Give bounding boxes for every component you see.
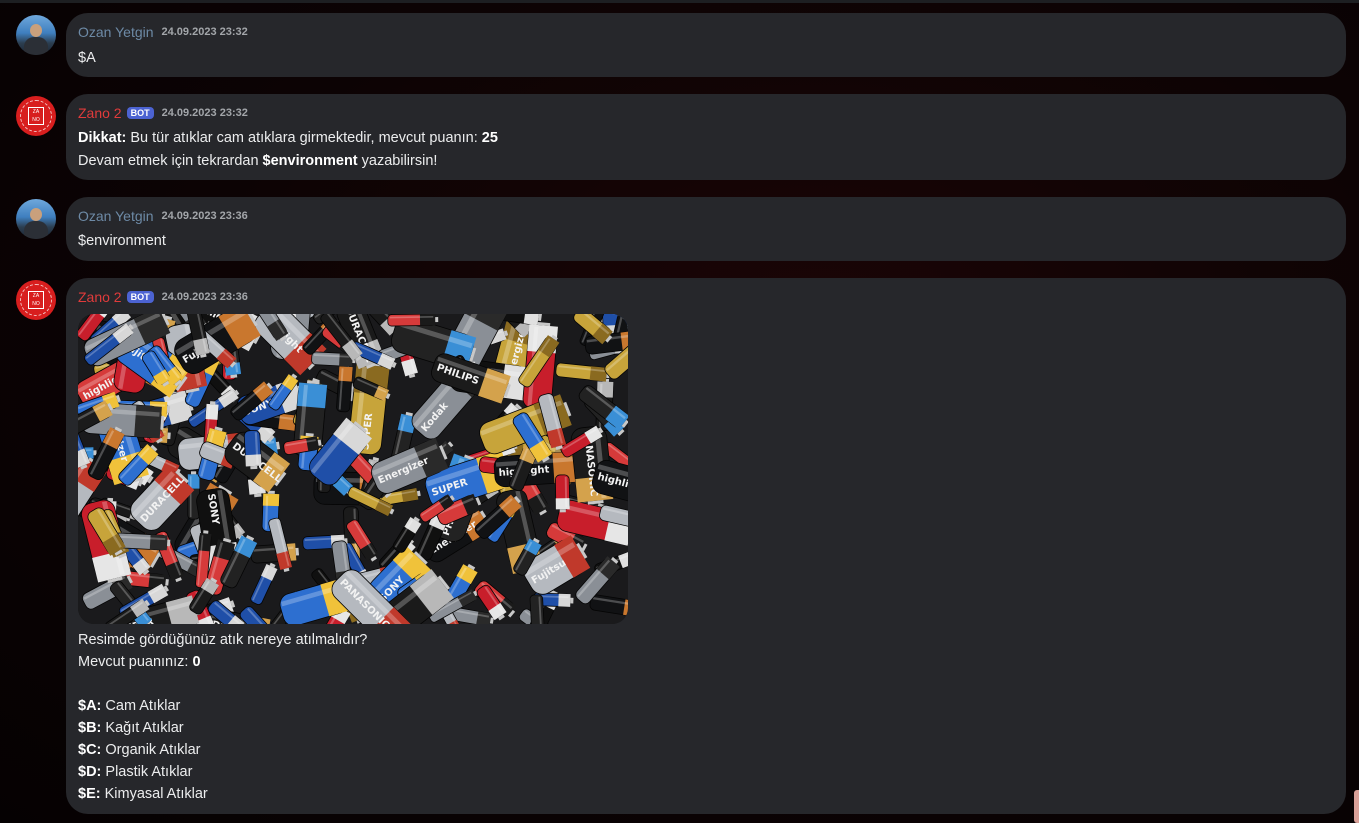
battery-shape xyxy=(387,314,439,327)
option-key: $A: xyxy=(78,698,102,714)
avatar-head xyxy=(30,208,42,221)
author-name[interactable]: Ozan Yetgin xyxy=(78,208,154,224)
option-e: $E: Kimyasal Atıklar xyxy=(78,783,208,805)
option-key: $C: xyxy=(78,742,102,758)
timestamp: 24.09.2023 23:36 xyxy=(161,291,248,303)
bot-avatar[interactable]: ZA NO xyxy=(16,280,56,320)
continue-text: Devam etmek için tekrardan xyxy=(78,153,263,169)
author-name[interactable]: Zano 2 xyxy=(78,289,122,305)
score-value: 25 xyxy=(481,130,498,146)
avatar-head xyxy=(30,24,42,37)
question-text: Resimde gördüğünüz atık nereye atılmalıd… xyxy=(78,632,368,648)
timestamp: 24.09.2023 23:32 xyxy=(161,26,248,38)
message-bubble: Ozan Yetgin 24.09.2023 23:36 $environmen… xyxy=(66,197,1346,261)
bot-badge: BOT xyxy=(126,291,154,303)
message-header: Zano 2 BOT 24.09.2023 23:36 xyxy=(78,289,248,305)
avatar-logo: ZA NO xyxy=(28,107,44,125)
option-key: $B: xyxy=(78,720,102,736)
message-bubble: Ozan Yetgin 24.09.2023 23:32 $A xyxy=(66,13,1346,77)
battery-shape xyxy=(336,363,353,413)
option-label: Kağıt Atıklar xyxy=(101,720,184,736)
message-header: Ozan Yetgin 24.09.2023 23:32 xyxy=(78,24,248,40)
author-name[interactable]: Ozan Yetgin xyxy=(78,24,154,40)
option-label: Plastik Atıklar xyxy=(101,764,193,780)
warning-line: Dikkat: Bu tür atıklar cam atıklara girm… xyxy=(78,127,498,149)
top-divider xyxy=(0,0,1359,3)
battery-shape xyxy=(529,594,546,624)
bot-avatar[interactable]: ZA NO xyxy=(16,96,56,136)
option-key: $D: xyxy=(78,764,102,780)
continue-text-end: yazabilirsin! xyxy=(357,153,438,169)
message-text: $environment xyxy=(78,233,166,249)
battery-shape xyxy=(554,474,571,513)
option-d: $D: Plastik Atıklar xyxy=(78,761,192,783)
avatar-logo: ZA NO xyxy=(28,291,44,309)
message-header: Zano 2 BOT 24.09.2023 23:32 xyxy=(78,105,248,121)
command-name: $environment xyxy=(262,153,358,169)
author-name[interactable]: Zano 2 xyxy=(78,105,122,121)
batteries-illustration: KodakhighlightEnergizerEnergizerSUPERPHI… xyxy=(78,314,628,624)
batteries-image[interactable]: KodakhighlightEnergizerEnergizerSUPERPHI… xyxy=(78,314,628,624)
battery-shape xyxy=(243,429,262,470)
option-b: $B: Kağıt Atıklar xyxy=(78,717,184,739)
message-bubble: Zano 2 BOT 24.09.2023 23:36 Kodakhighlig… xyxy=(66,278,1346,814)
message-text: $A xyxy=(78,50,96,66)
warning-label: Dikkat: xyxy=(78,130,127,146)
score-label: Mevcut puanınız: xyxy=(78,654,193,670)
option-key: $E: xyxy=(78,786,101,802)
continue-line: Devam etmek için tekrardan $environment … xyxy=(78,150,437,172)
option-label: Kimyasal Atıklar xyxy=(100,786,208,802)
message-bubble: Zano 2 BOT 24.09.2023 23:32 Dikkat: Bu t… xyxy=(66,94,1346,180)
option-c: $C: Organik Atıklar xyxy=(78,739,201,761)
avatar-body xyxy=(24,221,48,239)
timestamp: 24.09.2023 23:36 xyxy=(161,210,248,222)
window-corner-accent xyxy=(1354,790,1359,823)
avatar-body xyxy=(24,37,48,55)
user-avatar[interactable] xyxy=(16,199,56,239)
score-value: 0 xyxy=(192,654,201,670)
bot-badge: BOT xyxy=(126,107,154,119)
option-label: Cam Atıklar xyxy=(101,698,181,714)
user-avatar[interactable] xyxy=(16,15,56,55)
message-header: Ozan Yetgin 24.09.2023 23:36 xyxy=(78,208,248,224)
option-a: $A: Cam Atıklar xyxy=(78,695,180,717)
option-label: Organik Atıklar xyxy=(101,742,201,758)
current-score: Mevcut puanınız: 0 xyxy=(78,651,201,673)
timestamp: 24.09.2023 23:32 xyxy=(161,107,248,119)
warning-text: Bu tür atıklar cam atıklara girmektedir,… xyxy=(126,130,482,146)
